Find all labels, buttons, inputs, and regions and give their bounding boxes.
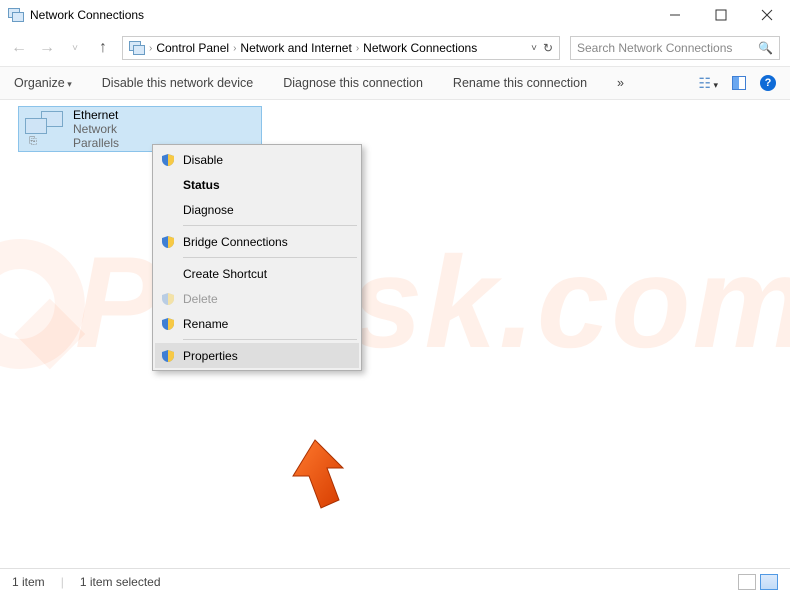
preview-pane-icon[interactable] (732, 76, 746, 90)
recent-button[interactable]: ˅ (66, 43, 84, 54)
chevron-right-icon: › (356, 43, 359, 54)
command-bar: Organize Disable this network device Dia… (0, 66, 790, 100)
ctx-bridge[interactable]: Bridge Connections (155, 229, 359, 254)
ctx-shortcut[interactable]: Create Shortcut (155, 261, 359, 286)
refresh-button[interactable]: ↻ (543, 41, 553, 55)
view-options-icon[interactable]: ☷ ▾ (698, 75, 718, 92)
diagnose-button[interactable]: Diagnose this connection (283, 76, 423, 90)
chevron-down-icon[interactable]: ˅ (531, 43, 537, 54)
ctx-rename[interactable]: Rename (155, 311, 359, 336)
cursor-arrow-icon (285, 438, 355, 519)
adapter-network: Network (73, 122, 119, 136)
breadcrumb[interactable]: › Control Panel › Network and Internet ›… (122, 36, 560, 60)
crumb-network-internet[interactable]: Network and Internet (240, 41, 351, 55)
details-view-icon[interactable] (738, 574, 756, 590)
search-placeholder: Search Network Connections (577, 41, 732, 55)
ethernet-icon: ⎘ (25, 111, 65, 147)
chevron-right-icon: › (149, 43, 152, 54)
shield-icon (161, 153, 175, 167)
title-bar: Network Connections (0, 0, 790, 30)
item-count: 1 item (12, 575, 45, 589)
ctx-properties[interactable]: Properties (155, 343, 359, 368)
shield-icon (161, 317, 175, 331)
crumb-network-connections[interactable]: Network Connections (363, 41, 477, 55)
separator (183, 225, 357, 226)
separator (183, 339, 357, 340)
organize-button[interactable]: Organize (14, 76, 72, 90)
minimize-button[interactable] (652, 0, 698, 30)
up-button[interactable]: ↑ (94, 39, 112, 57)
chevron-right-icon: › (233, 43, 236, 54)
maximize-button[interactable] (698, 0, 744, 30)
ctx-diagnose[interactable]: Diagnose (155, 197, 359, 222)
content-area: ⎘ Ethernet Network Parallels Disable Sta… (0, 100, 790, 560)
adapter-name: Ethernet (73, 108, 119, 122)
search-input[interactable]: Search Network Connections 🔍 (570, 36, 780, 60)
ctx-delete: Delete (155, 286, 359, 311)
adapter-device: Parallels (73, 136, 119, 150)
address-bar: ← → ˅ ↑ › Control Panel › Network and In… (0, 30, 790, 66)
app-icon (8, 8, 24, 22)
window-title: Network Connections (30, 8, 144, 22)
close-button[interactable] (744, 0, 790, 30)
selection-count: 1 item selected (80, 575, 161, 589)
help-icon[interactable]: ? (760, 75, 776, 91)
search-icon: 🔍 (758, 41, 773, 55)
context-menu: Disable Status Diagnose Bridge Connectio… (152, 144, 362, 371)
shield-icon (161, 235, 175, 249)
ctx-status[interactable]: Status (155, 172, 359, 197)
ctx-disable[interactable]: Disable (155, 147, 359, 172)
location-icon (129, 41, 145, 55)
more-commands-button[interactable]: » (617, 76, 624, 90)
crumb-control-panel[interactable]: Control Panel (156, 41, 229, 55)
forward-button[interactable]: → (38, 39, 56, 57)
rename-button[interactable]: Rename this connection (453, 76, 587, 90)
shield-icon (161, 349, 175, 363)
back-button[interactable]: ← (10, 39, 28, 57)
shield-icon (161, 292, 175, 306)
separator (183, 257, 357, 258)
disable-device-button[interactable]: Disable this network device (102, 76, 253, 90)
status-bar: 1 item | 1 item selected (0, 568, 790, 594)
icons-view-icon[interactable] (760, 574, 778, 590)
